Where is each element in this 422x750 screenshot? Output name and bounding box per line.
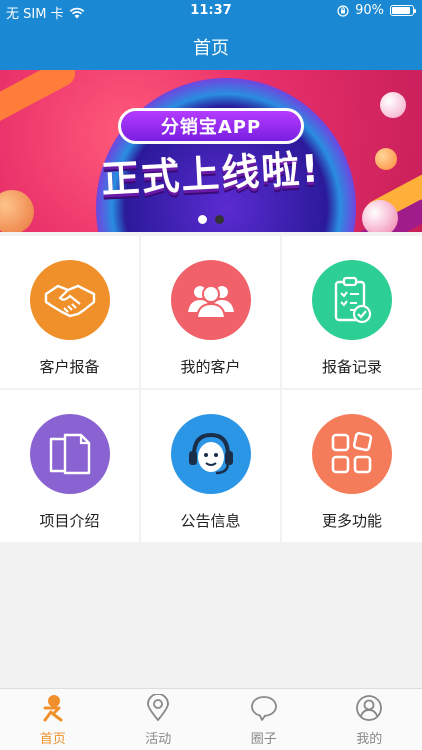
tab-profile[interactable]: 我的 [317, 689, 422, 750]
home-person-icon [39, 694, 67, 722]
grid-item-project-intro[interactable]: 项目介绍 [0, 390, 139, 542]
page-title: 首页 [193, 38, 229, 59]
location-pin-icon [144, 694, 172, 722]
app-header: 无 SIM 卡 11:37 90% 首页 [0, 0, 422, 70]
clipboard-check-icon [312, 260, 392, 340]
tab-label: 圈子 [250, 732, 277, 747]
tab-circle[interactable]: 圈子 [211, 689, 317, 750]
grid-item-report-records[interactable]: 报备记录 [282, 236, 422, 388]
banner-pill: 分销宝APP [118, 108, 304, 144]
status-right: 90% [337, 3, 416, 18]
banner-decoration [0, 70, 80, 131]
grid-item-more-features[interactable]: 更多功能 [282, 390, 422, 542]
tab-label: 活动 [145, 732, 172, 747]
user-profile-icon [355, 694, 383, 722]
tab-home[interactable]: 首页 [0, 689, 106, 750]
battery-icon [390, 5, 416, 16]
bottom-tab-bar: 首页 活动 圈子 我的 [0, 688, 422, 750]
orientation-lock-icon [337, 4, 349, 17]
pagination-dot[interactable] [198, 215, 207, 224]
documents-icon [29, 414, 110, 494]
grid-squares-icon [312, 414, 392, 494]
battery-percent: 90% [355, 3, 384, 18]
grid-item-my-customers[interactable]: 我的客户 [141, 236, 280, 388]
grid-item-label: 更多功能 [321, 512, 382, 530]
grid-item-label: 公告信息 [180, 512, 241, 530]
tab-label: 首页 [39, 732, 66, 747]
banner-decoration [380, 92, 406, 118]
banner-decoration [375, 148, 397, 170]
grid-item-label: 客户报备 [39, 358, 100, 376]
handshake-icon [29, 260, 110, 340]
chat-bubble-icon [250, 694, 278, 722]
grid-item-label: 报备记录 [321, 358, 382, 376]
headset-agent-icon [170, 414, 251, 494]
tab-label: 我的 [356, 732, 383, 747]
promo-banner[interactable]: 分销宝APP 正式上线啦! [0, 70, 422, 232]
pagination-dot[interactable] [215, 215, 224, 224]
banner-pagination [0, 215, 422, 224]
grid-item-label: 我的客户 [180, 358, 241, 376]
tab-activity[interactable]: 活动 [106, 689, 212, 750]
users-icon [170, 260, 251, 340]
function-grid: 客户报备 我的客户 报备记录 项目介绍 公告信息 更多功能 [0, 236, 422, 542]
grid-item-label: 项目介绍 [39, 512, 100, 530]
status-bar: 无 SIM 卡 11:37 90% [0, 0, 422, 22]
grid-item-announcements[interactable]: 公告信息 [141, 390, 280, 542]
grid-item-customer-report[interactable]: 客户报备 [0, 236, 139, 388]
banner-decoration [0, 190, 34, 232]
